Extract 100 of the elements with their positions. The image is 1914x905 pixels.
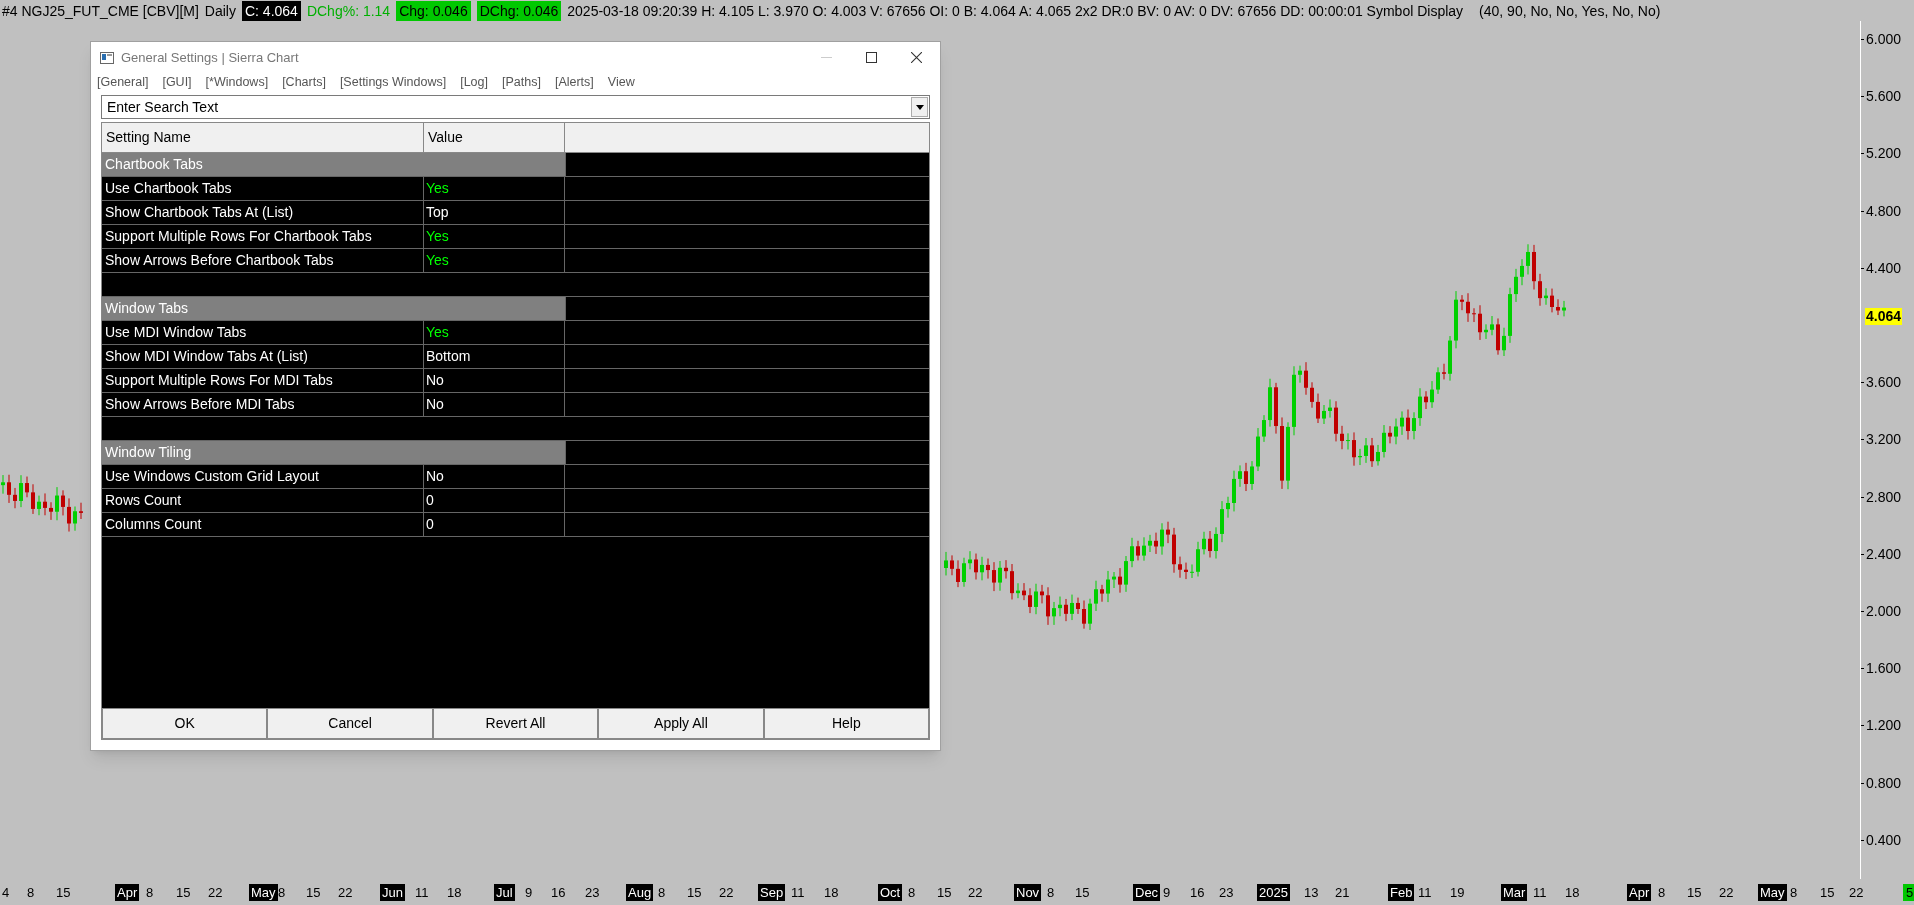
status-field: 2025-03-18 09:20:39 H: 4.105 L: 3.970 O: 4.003 V: 67656 OI: 0 B: 4.064 A: 4.065 2x2 DR:0 BV: 0 AV: 0 DV: 67656 DD: 00:00:01 Symbol Display <box>567 0 1464 21</box>
date-label: 8 <box>1790 884 1798 901</box>
setting-value[interactable]: Yes <box>424 321 565 344</box>
section-header[interactable]: Window Tabs <box>102 297 565 320</box>
setting-value[interactable]: No <box>424 393 565 416</box>
dialog-button[interactable]: Revert All <box>432 708 599 739</box>
menu-item[interactable]: [Paths] <box>502 72 541 92</box>
date-label: 22 <box>1719 884 1734 901</box>
setting-name[interactable]: Support Multiple Rows For MDI Tabs <box>102 369 424 392</box>
axis-tick <box>1861 39 1864 40</box>
axis-tick <box>1861 210 1864 212</box>
date-label: 15 <box>1820 884 1835 901</box>
period-label: Oct <box>878 884 903 901</box>
setting-name[interactable]: Show Arrows Before MDI Tabs <box>102 393 424 416</box>
period-label: Feb <box>1388 884 1415 901</box>
menu-item[interactable]: [Charts] <box>282 72 326 92</box>
date-label: 13 <box>1304 884 1319 901</box>
price-label: 3.600 <box>1866 374 1902 391</box>
menu-item[interactable]: [*Windows] <box>205 72 269 92</box>
menu-item[interactable]: [Log] <box>460 72 488 92</box>
price-label: 2.400 <box>1866 545 1902 562</box>
axis-tick <box>1861 668 1864 670</box>
dropdown-button[interactable] <box>911 97 928 117</box>
last-price-label: 4.064 <box>1865 307 1903 325</box>
period-label: Apr <box>1627 884 1652 901</box>
price-label: 5.600 <box>1866 88 1902 105</box>
status-field: DChg: 0.046 <box>476 0 562 21</box>
date-label: 4 <box>2 884 10 901</box>
period-label: Mar <box>1501 884 1528 901</box>
date-label: 23 <box>1219 884 1234 901</box>
app-icon <box>100 51 114 64</box>
axis-tick <box>1861 382 1864 384</box>
menu-item[interactable]: View <box>607 72 635 92</box>
section-header[interactable]: Window Tiling <box>102 441 565 464</box>
setting-name[interactable]: Rows Count <box>102 489 424 512</box>
setting-value[interactable]: Bottom <box>424 345 565 368</box>
axis-tick <box>1861 96 1864 98</box>
period-label: May <box>249 884 278 901</box>
setting-value[interactable]: 0 <box>424 489 565 512</box>
axis-tick <box>1861 839 1864 841</box>
axis-tick <box>1861 725 1864 727</box>
period-label: Sep <box>758 884 786 901</box>
axis-tick <box>1861 496 1864 498</box>
date-label: 15 <box>937 884 952 901</box>
date-label: 18 <box>824 884 839 901</box>
section-header[interactable]: Chartbook Tabs <box>102 153 565 176</box>
axis-tick <box>1861 553 1864 555</box>
setting-value[interactable]: 0 <box>424 513 565 536</box>
date-label: 16 <box>551 884 566 901</box>
menu-item[interactable]: [General] <box>97 72 149 92</box>
period-label: Dec <box>1133 884 1161 901</box>
date-label: 18 <box>1565 884 1580 901</box>
bar-counter: 5 <box>1903 884 1914 901</box>
setting-name[interactable]: Show MDI Window Tabs At (List) <box>102 345 424 368</box>
dialog-button[interactable]: Apply All <box>598 708 764 739</box>
status-field: (40, 90, No, No, Yes, No, No) <box>1479 0 1661 21</box>
setting-name[interactable]: Support Multiple Rows For Chartbook Tabs <box>102 225 424 248</box>
price-label: 4.800 <box>1866 202 1902 219</box>
setting-value[interactable]: No <box>424 369 565 392</box>
setting-name[interactable]: Use Chartbook Tabs <box>102 177 424 200</box>
setting-name[interactable]: Use MDI Window Tabs <box>102 321 424 344</box>
status-field: DChg%: 1.14 <box>306 0 391 21</box>
setting-value[interactable]: Yes <box>424 177 565 200</box>
dialog-button[interactable]: Cancel <box>267 708 433 739</box>
maximize-icon[interactable] <box>866 52 877 63</box>
date-label: 8 <box>1047 884 1055 901</box>
axis-tick <box>1861 267 1864 269</box>
price-label: 6.000 <box>1866 31 1902 47</box>
menu-item[interactable]: [GUI] <box>162 72 192 92</box>
setting-name[interactable]: Use Windows Custom Grid Layout <box>102 465 424 488</box>
setting-name[interactable]: Show Arrows Before Chartbook Tabs <box>102 249 424 272</box>
setting-value[interactable]: Yes <box>424 249 565 272</box>
date-label: 9 <box>525 884 533 901</box>
close-icon[interactable] <box>911 52 922 63</box>
setting-value[interactable]: Yes <box>424 225 565 248</box>
menu-item[interactable]: [Settings Windows] <box>339 72 447 92</box>
date-label: 15 <box>176 884 191 901</box>
date-label: 9 <box>1163 884 1171 901</box>
setting-name[interactable]: Show Chartbook Tabs At (List) <box>102 201 424 224</box>
price-label: 2.800 <box>1866 488 1902 505</box>
period-label: 2025 <box>1257 884 1290 901</box>
status-field: Daily <box>204 0 236 21</box>
dialog-button[interactable]: Help <box>763 708 930 739</box>
setting-value[interactable]: Top <box>424 201 565 224</box>
menu-item[interactable]: [Alerts] <box>554 72 594 92</box>
setting-name[interactable]: Columns Count <box>102 513 424 536</box>
date-label: 15 <box>306 884 321 901</box>
column-header[interactable]: Setting Name <box>102 123 424 152</box>
period-label: Jun <box>380 884 405 901</box>
setting-value[interactable]: No <box>424 465 565 488</box>
dialog-button[interactable]: OK <box>102 708 268 739</box>
date-label: 8 <box>278 884 286 901</box>
date-label: 11 <box>1418 884 1432 901</box>
axis-tick <box>1861 782 1864 784</box>
column-header[interactable]: Value <box>424 123 565 152</box>
price-label: 4.400 <box>1866 259 1902 276</box>
period-label: May <box>1758 884 1787 901</box>
date-label: 8 <box>146 884 154 901</box>
caret-icon <box>915 104 924 110</box>
date-label: 8 <box>658 884 666 901</box>
